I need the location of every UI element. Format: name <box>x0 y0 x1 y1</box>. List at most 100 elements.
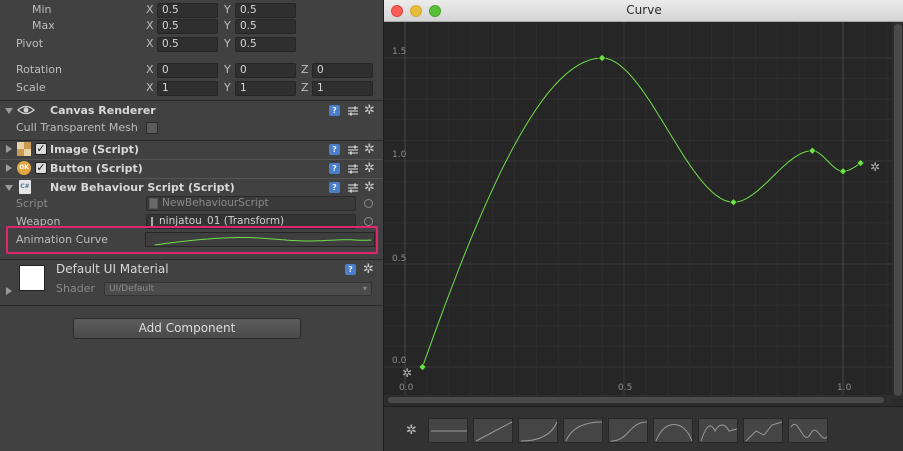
horizontal-scrollbar[interactable] <box>384 395 892 405</box>
rotation-x-field[interactable]: 0 <box>157 63 218 78</box>
curve-plot-area[interactable]: 1.5 1.0 0.5 0.0 0.0 0.5 1.0 ✲ ✲ <box>384 22 903 398</box>
post-wrap-gear-icon[interactable]: ✲ <box>870 161 880 174</box>
cull-transparent-mesh-checkbox[interactable] <box>146 122 158 134</box>
collapse-arrow-icon[interactable] <box>5 108 13 114</box>
scale-y-field[interactable]: 1 <box>235 81 296 96</box>
vertical-scrollbar[interactable] <box>892 22 903 398</box>
y-tick-label: 0.0 <box>392 356 407 366</box>
help-icon[interactable]: ? <box>345 264 356 275</box>
scale-z-field[interactable]: 1 <box>312 81 373 96</box>
expand-arrow-icon[interactable] <box>6 164 12 172</box>
gear-icon[interactable]: ✲ <box>364 181 375 194</box>
keyframe-point[interactable] <box>839 167 847 176</box>
curve-preset-shape <box>565 421 603 442</box>
curve-preset-button[interactable] <box>698 418 738 443</box>
curve-preset-button[interactable] <box>653 418 693 443</box>
rotation-y-field[interactable]: 0 <box>235 63 296 78</box>
expand-arrow-icon[interactable] <box>6 145 12 153</box>
scale-y-axis-label: Y <box>224 81 231 94</box>
collapse-arrow-icon[interactable] <box>5 185 13 191</box>
max-y-axis-label: Y <box>224 19 231 32</box>
expand-arrow-icon[interactable] <box>6 287 12 295</box>
curve-preset-shape <box>700 424 738 442</box>
curve-presets-bar: ✲ <box>384 406 903 451</box>
object-picker-icon[interactable] <box>364 217 373 226</box>
vertical-scrollbar-thumb[interactable] <box>894 24 902 396</box>
image-component-icon <box>17 142 31 156</box>
max-label: Max <box>32 19 55 32</box>
help-icon[interactable]: ? <box>329 182 340 193</box>
keyframe-point[interactable] <box>808 146 817 155</box>
cull-transparent-mesh-label: Cull Transparent Mesh <box>16 121 138 134</box>
help-icon[interactable]: ? <box>329 105 340 116</box>
window-title: Curve <box>626 3 662 17</box>
curve-preset-button[interactable] <box>563 418 603 443</box>
curve-preset-button[interactable] <box>473 418 513 443</box>
material-preview[interactable] <box>19 265 45 291</box>
button-enabled-checkbox[interactable]: ✓ <box>35 162 47 174</box>
min-label: Min <box>32 3 52 16</box>
help-icon[interactable]: ? <box>329 163 340 174</box>
gear-icon[interactable]: ✲ <box>364 104 375 117</box>
divider <box>0 100 383 101</box>
animation-curve-field[interactable] <box>145 232 375 247</box>
scale-label: Scale <box>16 81 46 94</box>
pivot-x-field[interactable]: 0.5 <box>157 37 218 52</box>
add-component-button[interactable]: Add Component <box>73 318 301 339</box>
keyframe-point[interactable] <box>729 198 738 207</box>
help-icon[interactable]: ? <box>329 144 340 155</box>
scale-x-field[interactable]: 1 <box>157 81 218 96</box>
button-ok-icon: OK <box>17 161 31 175</box>
preset-sliders-icon[interactable] <box>347 144 359 156</box>
keyframe-point[interactable] <box>598 54 607 62</box>
curve-preset-button[interactable] <box>743 418 783 443</box>
curve-preset-button[interactable] <box>788 418 828 443</box>
curve-preset-button[interactable] <box>428 418 468 443</box>
curve-preset-shape <box>745 421 783 442</box>
min-y-axis-label: Y <box>224 3 231 16</box>
pivot-y-axis-label: Y <box>224 37 231 50</box>
pre-wrap-gear-icon[interactable]: ✲ <box>402 367 412 380</box>
pivot-x-axis-label: X <box>146 37 154 50</box>
scale-z-axis-label: Z <box>301 81 309 94</box>
min-x-field[interactable]: 0.5 <box>157 3 218 18</box>
preset-sliders-icon[interactable] <box>347 163 359 175</box>
rotation-y-axis-label: Y <box>224 63 231 76</box>
y-tick-label: 1.0 <box>392 150 407 160</box>
keyframe-point[interactable] <box>418 363 427 371</box>
curve-preset-button[interactable] <box>608 418 648 443</box>
chevron-down-icon: ▾ <box>362 284 367 293</box>
max-x-axis-label: X <box>146 19 154 32</box>
preset-sliders-icon[interactable] <box>347 182 359 194</box>
animation-curve-line[interactable] <box>422 57 861 368</box>
curve-preset-button[interactable] <box>518 418 558 443</box>
gear-icon[interactable]: ✲ <box>364 162 375 175</box>
divider <box>0 140 383 141</box>
rotation-z-field[interactable]: 0 <box>312 63 373 78</box>
curve-canvas[interactable] <box>384 22 892 398</box>
window-titlebar[interactable]: Curve <box>384 0 903 22</box>
gear-icon[interactable]: ✲ <box>363 263 374 276</box>
shader-dropdown[interactable]: UI/Default ▾ <box>104 282 372 296</box>
divider <box>0 259 383 260</box>
min-y-field[interactable]: 0.5 <box>235 3 296 18</box>
script-value: NewBehaviourScript <box>162 197 269 209</box>
rotation-z-axis-label: Z <box>301 63 309 76</box>
divider <box>0 159 383 160</box>
y-tick-label: 0.5 <box>392 254 407 264</box>
max-y-field[interactable]: 0.5 <box>235 19 296 34</box>
presets-gear-icon[interactable]: ✲ <box>406 424 417 437</box>
preset-sliders-icon[interactable] <box>347 105 359 117</box>
material-title: Default UI Material <box>56 262 169 276</box>
max-x-field[interactable]: 0.5 <box>157 19 218 34</box>
object-picker-icon[interactable] <box>364 199 373 208</box>
gear-icon[interactable]: ✲ <box>364 143 375 156</box>
curve-preset-shape <box>520 421 558 442</box>
divider <box>0 178 383 179</box>
pivot-y-field[interactable]: 0.5 <box>235 37 296 52</box>
transform-icon <box>151 217 153 226</box>
image-enabled-checkbox[interactable]: ✓ <box>35 143 47 155</box>
horizontal-scrollbar-thumb[interactable] <box>388 397 884 403</box>
inspector-panel: Min X 0.5 Y 0.5 Max X 0.5 Y 0.5 Pivot X … <box>0 0 383 451</box>
csharp-script-icon: C# <box>19 180 31 194</box>
